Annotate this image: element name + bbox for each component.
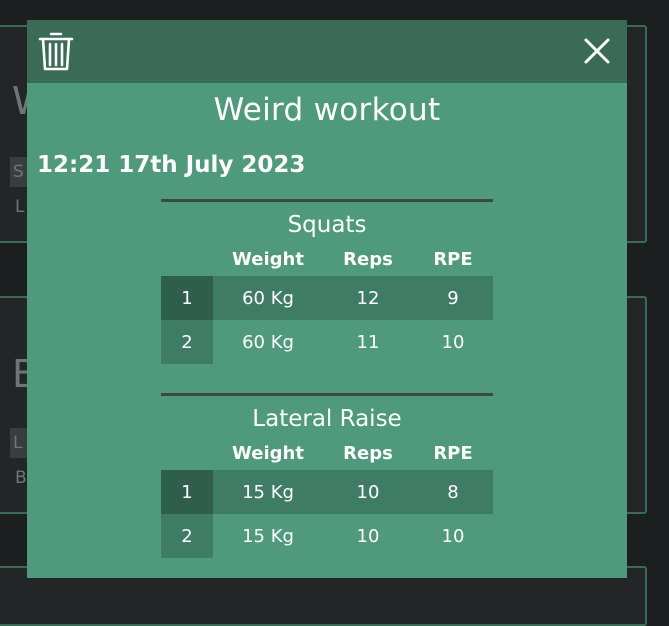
trash-icon [38, 32, 74, 71]
set-reps: 10 [356, 525, 380, 547]
delete-workout-button[interactable] [38, 29, 74, 73]
set-row: 2 60 Kg 11 10 [161, 320, 493, 364]
set-rpe: 8 [447, 481, 459, 503]
set-reps: 12 [356, 287, 380, 309]
workout-detail-modal: Weird workout 12:21 17th July 2023 Squat… [27, 20, 627, 578]
close-icon [584, 38, 610, 64]
column-header-rpe: RPE [433, 248, 473, 270]
set-number: 1 [161, 276, 213, 320]
workout-datetime: 12:21 17th July 2023 [37, 152, 306, 178]
set-row: 1 15 Kg 10 8 [161, 470, 493, 514]
set-row: 2 15 Kg 10 10 [161, 514, 493, 558]
set-weight: 60 Kg [242, 287, 294, 309]
divider [161, 199, 493, 202]
column-header-reps: Reps [343, 248, 393, 270]
exercise-block: Squats Weight Reps RPE 1 60 Kg 12 9 2 60… [161, 199, 493, 364]
set-rpe: 10 [441, 331, 465, 353]
set-weight: 15 Kg [242, 525, 294, 547]
workout-title: Weird workout [213, 92, 441, 128]
set-weight: 60 Kg [242, 331, 294, 353]
modal-header [27, 20, 627, 83]
close-modal-button[interactable] [581, 35, 613, 67]
set-number: 1 [161, 470, 213, 514]
divider [161, 393, 493, 396]
set-weight: 15 Kg [242, 481, 294, 503]
set-rpe: 9 [447, 287, 459, 309]
column-header-rpe: RPE [433, 442, 473, 464]
exercise-name: Lateral Raise [252, 406, 402, 432]
column-header-weight: Weight [232, 442, 304, 464]
set-row: 1 60 Kg 12 9 [161, 276, 493, 320]
set-number: 2 [161, 514, 213, 558]
sets-header-row: Weight Reps RPE [161, 436, 493, 470]
column-header-reps: Reps [343, 442, 393, 464]
column-header-weight: Weight [232, 248, 304, 270]
set-rpe: 10 [441, 525, 465, 547]
set-reps: 11 [356, 331, 380, 353]
sets-header-row: Weight Reps RPE [161, 242, 493, 276]
set-reps: 10 [356, 481, 380, 503]
exercise-block: Lateral Raise Weight Reps RPE 1 15 Kg 10… [161, 393, 493, 558]
set-number: 2 [161, 320, 213, 364]
background-card-subtext: L [15, 197, 25, 217]
exercise-name: Squats [287, 212, 367, 238]
background-card-subtext: B [15, 468, 27, 488]
